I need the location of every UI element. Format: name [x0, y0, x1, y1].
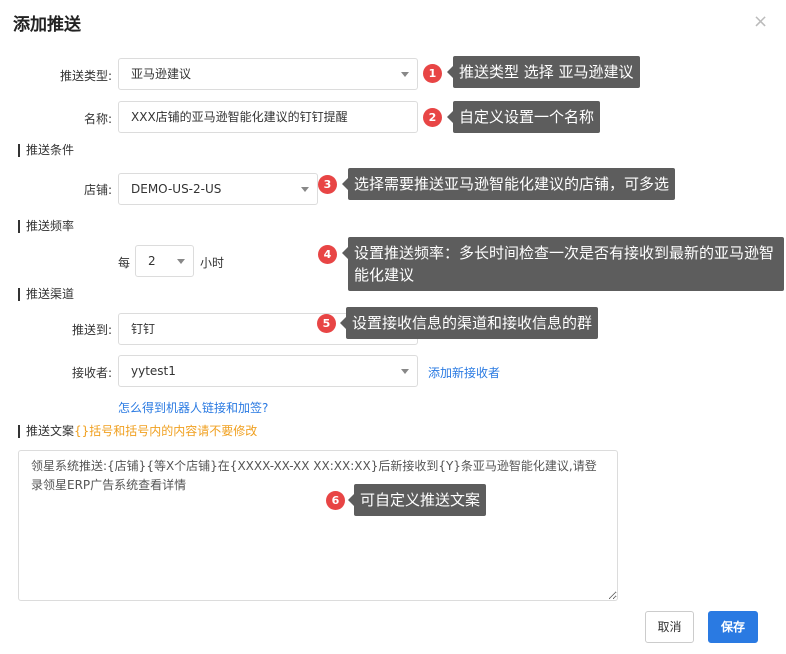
push-type-select[interactable]: 亚马逊建议	[118, 58, 418, 90]
push-to-label: 推送到:	[71, 323, 112, 337]
annotation-badge-1: 1	[423, 64, 442, 83]
annotation-badge-4: 4	[318, 245, 337, 264]
section-frequency: 推送频率	[18, 220, 74, 233]
chevron-down-icon	[401, 72, 409, 77]
annotation-tooltip-6: 可自定义推送文案	[348, 484, 487, 516]
push-type-label: 推送类型:	[59, 69, 112, 83]
annotation-tooltip-4: 设置推送频率：多长时间检查一次是否有接收到最新的亚马逊智能化建议	[342, 237, 784, 291]
chevron-down-icon	[177, 259, 185, 264]
section-text-title: 推送文案	[26, 424, 75, 438]
close-icon[interactable]: ×	[753, 12, 768, 32]
annotation-tooltip-5: 设置接收信息的渠道和接收信息的群	[340, 307, 599, 339]
frequency-prefix: 每	[118, 256, 131, 270]
annotation-text-1: 推送类型 选择 亚马逊建议	[459, 63, 634, 81]
section-channel: 推送渠道	[18, 288, 74, 301]
save-button[interactable]: 保存	[708, 611, 758, 643]
annotation-badge-2: 2	[423, 108, 442, 127]
annotation-badge-6: 6	[326, 491, 345, 510]
annotation-badge-5: 5	[317, 314, 336, 333]
frequency-unit: 小时	[200, 256, 225, 270]
annotation-text-6: 可自定义推送文案	[360, 491, 481, 509]
add-receiver-link[interactable]: 添加新接收者	[428, 364, 500, 381]
section-text: 推送文案{}括号和括号内的内容请不要修改	[18, 425, 257, 438]
dialog-title: 添加推送	[13, 15, 81, 35]
push-to-value: 钉钉	[131, 322, 156, 336]
annotation-tooltip-3: 选择需要推送亚马逊智能化建议的店铺，可多选	[342, 168, 676, 200]
annotation-text-4: 设置推送频率：多长时间检查一次是否有接收到最新的亚马逊智能化建议	[354, 244, 775, 284]
annotation-tooltip-1: 推送类型 选择 亚马逊建议	[447, 56, 640, 88]
store-value: DEMO-US-2-US	[131, 182, 222, 196]
cancel-button[interactable]: 取消	[645, 611, 694, 643]
annotation-text-2: 自定义设置一个名称	[459, 108, 595, 126]
store-label: 店铺:	[83, 183, 112, 197]
push-text-textarea[interactable]: 领星系统推送:{店铺}{等X个店铺}在{XXXX-XX-XX XX:XX:XX}…	[18, 450, 618, 601]
section-text-hint: {}括号和括号内的内容请不要修改	[74, 424, 258, 438]
receiver-select[interactable]: yytest1	[118, 355, 418, 387]
name-input[interactable]: XXX店铺的亚马逊智能化建议的钉钉提醒	[118, 101, 418, 133]
receiver-value: yytest1	[131, 364, 176, 378]
chevron-down-icon	[301, 187, 309, 192]
annotation-tooltip-2: 自定义设置一个名称	[447, 101, 601, 133]
annotation-text-3: 选择需要推送亚马逊智能化建议的店铺，可多选	[354, 175, 670, 193]
store-select[interactable]: DEMO-US-2-US	[118, 173, 318, 205]
push-type-value: 亚马逊建议	[131, 67, 192, 81]
annotation-text-5: 设置接收信息的渠道和接收信息的群	[352, 314, 593, 332]
name-value: XXX店铺的亚马逊智能化建议的钉钉提醒	[131, 110, 348, 124]
robot-help-link[interactable]: 怎么得到机器人链接和加签?	[118, 399, 268, 416]
annotation-badge-3: 3	[318, 175, 337, 194]
section-conditions: 推送条件	[18, 144, 74, 157]
name-label: 名称:	[83, 112, 112, 126]
chevron-down-icon	[401, 369, 409, 374]
receiver-label: 接收者:	[71, 366, 112, 380]
frequency-value: 2	[148, 254, 156, 268]
frequency-select[interactable]: 2	[135, 245, 194, 277]
